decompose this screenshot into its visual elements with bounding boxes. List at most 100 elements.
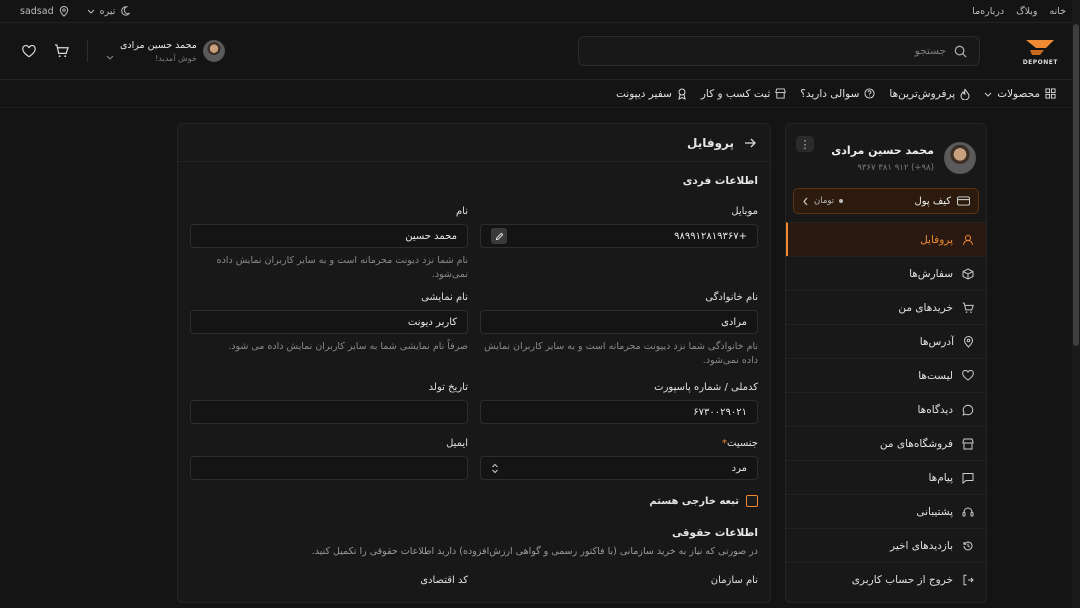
- sidebar-item-my-stores[interactable]: فروشگاه‌های من: [786, 426, 986, 460]
- nav-ambassador[interactable]: سفیر دیپونت: [616, 88, 687, 100]
- foreign-national-checkbox[interactable]: [746, 495, 758, 507]
- name-hint: نام شما نزد دیونت محرمانه است و به سایر …: [216, 255, 468, 280]
- sidebar-item-recent-views[interactable]: بازدیدهای اخیر: [786, 528, 986, 562]
- box-icon: [962, 267, 974, 280]
- sidebar-item-logout[interactable]: خروج از حساب کاربری: [786, 562, 986, 596]
- sidebar-item-profile[interactable]: پروفایل: [786, 222, 986, 256]
- sidebar-item-addresses[interactable]: آدرس‌ها: [786, 324, 986, 358]
- gender-select[interactable]: مرد: [480, 456, 758, 480]
- sidebar-item-label: آدرس‌ها: [919, 335, 954, 348]
- sidebar-item-reviews[interactable]: دیدگاه‌ها: [786, 392, 986, 426]
- organization-field: نام سازمان: [480, 575, 758, 593]
- edit-mobile-button[interactable]: [491, 228, 507, 244]
- wallet-card[interactable]: کیف پول تومان: [793, 188, 979, 214]
- family-field: نام خانوادگی مرادی نام خانوادگی شما نزد …: [480, 292, 758, 368]
- cart-icon[interactable]: [54, 44, 69, 58]
- top-bar: خانه وبلاگ درباره‌ما تیره sadsad: [0, 0, 1080, 23]
- email-input[interactable]: [190, 456, 468, 480]
- more-options-button[interactable]: ⋮: [796, 136, 814, 152]
- help-circle-icon: [864, 88, 875, 99]
- legal-hint: در صورتی که نیاز به خرید سازمانی (با فاک…: [311, 546, 758, 557]
- national-id-label: کدملی / شماره پاسپورت: [654, 382, 758, 393]
- display-name-input[interactable]: کاربر دیونت: [190, 310, 468, 334]
- name-input[interactable]: محمد حسین: [190, 224, 468, 248]
- page-content: محمد حسین مرادی (۹۸+) ۹۱۲ ۳۸۱ ۹۳۶۷ ⋮ کیف…: [0, 108, 1080, 603]
- sidebar-item-lists[interactable]: لیست‌ها: [786, 358, 986, 392]
- heart-icon: [962, 370, 974, 381]
- scrollbar-thumb[interactable]: [1073, 24, 1079, 346]
- birth-date-input[interactable]: [190, 400, 468, 424]
- headset-icon: [962, 507, 974, 516]
- national-id-field: کدملی / شماره پاسپورت ۶۷۳۰۰۲۹۰۲۱: [480, 382, 758, 424]
- family-input[interactable]: مرادی: [480, 310, 758, 334]
- sidebar-item-label: پیام‌ها: [928, 471, 953, 484]
- header-actions: محمد حسین مرادی خوش آمدید!: [22, 40, 225, 63]
- nav-products[interactable]: محصولات: [984, 88, 1056, 100]
- link-about[interactable]: درباره‌ما: [972, 6, 1004, 17]
- sidebar-item-label: پشتیبانی: [916, 505, 953, 518]
- arrow-right-icon[interactable]: [744, 138, 756, 148]
- sidebar-item-messages[interactable]: پیام‌ها: [786, 460, 986, 494]
- mobile-input[interactable]: +۹۸۹۹۱۲۸۱۹۳۶۷: [480, 224, 758, 248]
- store-icon: [962, 438, 974, 449]
- profile-panel: پروفایل اطلاعات فردی موبایل +۹۸۹۹۱۲۸۱۹۳۶…: [177, 123, 771, 603]
- select-arrows-icon: [492, 463, 498, 473]
- grid-icon: [1045, 88, 1056, 99]
- user-menu[interactable]: محمد حسین مرادی خوش آمدید!: [106, 40, 225, 63]
- wallet-currency: تومان: [814, 196, 835, 206]
- map-pin-icon: [59, 5, 68, 17]
- sidebar-profile: محمد حسین مرادی (۹۸+) ۹۱۲ ۳۸۱ ۹۳۶۷ ⋮: [786, 124, 986, 182]
- display-name-label: نام نمایشی: [421, 292, 468, 303]
- history-icon: [963, 540, 973, 550]
- map-pin-icon: [963, 335, 974, 348]
- moon-icon: [121, 6, 131, 16]
- nav-register-business[interactable]: ثبت کسب و کار: [701, 88, 786, 100]
- sidebar-item-purchases[interactable]: خریدهای من: [786, 290, 986, 324]
- personal-form: موبایل +۹۸۹۹۱۲۸۱۹۳۶۷ نام محمد حسین نام ش…: [178, 206, 770, 480]
- gender-label: جنسیت*: [480, 438, 758, 449]
- nav-faq[interactable]: سوالی دارید؟: [800, 88, 875, 100]
- main-nav: محصولات پرفروش‌ترین‌ها سوالی دارید؟ ثبت …: [0, 80, 1080, 108]
- wallet-label: کیف پول: [914, 195, 951, 207]
- search-bar[interactable]: جستجو: [578, 36, 980, 66]
- header: DEPONET جستجو محمد حسین مرادی خوش آمدید!: [0, 23, 1080, 80]
- flame-icon: [960, 88, 970, 100]
- economic-code-label: کد اقتصادی: [420, 575, 468, 586]
- avatar: [202, 40, 225, 62]
- mobile-value: +۹۸۹۹۱۲۸۱۹۳۶۷: [674, 230, 747, 242]
- sidebar-user-phone: (۹۸+) ۹۱۲ ۳۸۱ ۹۳۶۷: [857, 162, 934, 173]
- national-id-input[interactable]: ۶۷۳۰۰۲۹۰۲۱: [480, 400, 758, 424]
- gender-label-text: جنسیت: [727, 438, 758, 449]
- email-field: ایمیل: [190, 438, 468, 480]
- location-selector[interactable]: sadsad: [20, 5, 69, 17]
- display-name-value: کاربر دیونت: [407, 316, 457, 328]
- logo-mark: [1024, 36, 1058, 58]
- theme-label: تیره: [99, 5, 116, 17]
- nav-bestsellers[interactable]: پرفروش‌ترین‌ها: [889, 88, 970, 100]
- account-menu: پروفایل سفارش‌ها خریدهای من آدرس‌ها لیست…: [786, 222, 986, 596]
- sidebar-user-name: محمد حسین مرادی: [831, 143, 934, 157]
- divider: [87, 40, 88, 62]
- sidebar-item-orders[interactable]: سفارش‌ها: [786, 256, 986, 290]
- sidebar-item-label: لیست‌ها: [918, 369, 953, 382]
- search-input[interactable]: جستجو: [915, 45, 946, 57]
- logo-text: DEPONET: [1022, 59, 1058, 66]
- family-hint: نام خانوادگی شما نزد دیپونت محرمانه است …: [484, 341, 758, 366]
- nav-label: ثبت کسب و کار: [700, 87, 771, 100]
- chevron-down-icon: [106, 55, 114, 60]
- section-legal-title: اطلاعات حقوقی: [672, 527, 758, 539]
- link-home[interactable]: خانه: [1049, 6, 1066, 17]
- logo[interactable]: DEPONET: [998, 36, 1058, 66]
- credit-card-icon: [957, 196, 970, 206]
- sidebar-item-support[interactable]: پشتیبانی: [786, 494, 986, 528]
- heart-icon[interactable]: [22, 44, 36, 58]
- link-blog[interactable]: وبلاگ: [1016, 6, 1037, 17]
- page-scrollbar[interactable]: [1072, 0, 1080, 608]
- account-sidebar: محمد حسین مرادی (۹۸+) ۹۱۲ ۳۸۱ ۹۳۶۷ ⋮ کیف…: [785, 123, 987, 603]
- profile-header: پروفایل: [178, 124, 770, 162]
- theme-toggle[interactable]: تیره: [87, 6, 131, 17]
- store-icon: [775, 88, 786, 99]
- family-label: نام خانوادگی: [705, 292, 758, 303]
- location-label: sadsad: [20, 5, 54, 17]
- gender-value: مرد: [731, 462, 747, 474]
